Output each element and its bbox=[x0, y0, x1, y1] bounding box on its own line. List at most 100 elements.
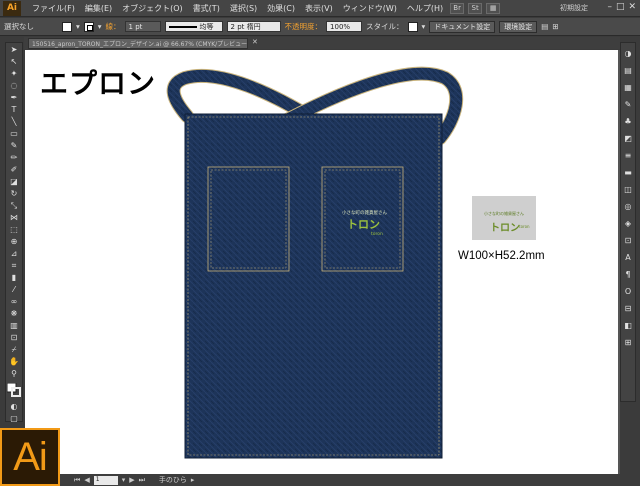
brush-dropdown[interactable]: 2 pt 楕円 bbox=[226, 21, 281, 32]
opentype-panel-icon[interactable]: O bbox=[621, 284, 635, 298]
character-panel-icon[interactable]: A bbox=[621, 250, 635, 264]
style-swatch[interactable] bbox=[407, 21, 418, 32]
menu-type[interactable]: 書式(T) bbox=[188, 3, 225, 14]
menu-edit[interactable]: 編集(E) bbox=[80, 3, 117, 14]
menu-help[interactable]: ヘルプ(H) bbox=[402, 3, 448, 14]
pen-tool-icon[interactable]: ✒ bbox=[6, 92, 22, 103]
zoom-tool-icon[interactable]: ⚲ bbox=[6, 368, 22, 379]
stock-icon[interactable]: St bbox=[468, 2, 483, 14]
shape-builder-tool-icon[interactable]: ⊕ bbox=[6, 236, 22, 247]
previous-page-icon[interactable]: ◀ bbox=[84, 476, 89, 484]
document-setup-button[interactable]: ドキュメント設定 bbox=[429, 20, 496, 33]
menu-window[interactable]: ウィンドウ(W) bbox=[338, 3, 402, 14]
pencil-tool-icon[interactable]: ✏ bbox=[6, 152, 22, 163]
blend-tool-icon[interactable]: ∞ bbox=[6, 296, 22, 307]
stroke-label[interactable]: 線： bbox=[106, 21, 121, 32]
menu-object[interactable]: オブジェクト(O) bbox=[117, 3, 188, 14]
swatches-panel-icon[interactable]: ▦ bbox=[621, 80, 635, 94]
transparency-panel-icon[interactable]: ◫ bbox=[621, 182, 635, 196]
arrange-documents-icon[interactable]: ▦ bbox=[486, 2, 501, 14]
align-panel-icon[interactable]: ⊟ bbox=[621, 301, 635, 315]
sample-logo-main: トロン bbox=[490, 223, 520, 234]
apron-pocket-left bbox=[207, 166, 290, 272]
tools-panel: ➤ ↖ ✦ ◌ ✒ T ╲ ▭ ✎ ✏ ✐ ◪ ↻ ⤡ ⋈ ⬚ ⊕ ⊿ ⌗ ▮ … bbox=[5, 42, 23, 422]
preferences-button[interactable]: 環境設定 bbox=[499, 20, 538, 33]
stroke-panel-icon[interactable]: ≡ bbox=[621, 148, 635, 162]
hand-tool-icon[interactable]: ✋ bbox=[6, 356, 22, 367]
opacity-label[interactable]: 不透明度： bbox=[285, 21, 323, 32]
artboard-tool-icon[interactable]: ⊡ bbox=[6, 332, 22, 343]
artboard-canvas[interactable]: エプロン 小さな町の雑貨屋さん トロン toron 小さな町の雑貨屋さん トロン… bbox=[25, 50, 618, 474]
symbols-panel-icon[interactable]: ♣ bbox=[621, 114, 635, 128]
mesh-tool-icon[interactable]: ⌗ bbox=[6, 260, 22, 271]
menu-effect[interactable]: 効果(C) bbox=[262, 3, 300, 14]
stroke-profile-dropdown[interactable]: 均等 bbox=[164, 21, 223, 32]
fill-stroke-icon[interactable] bbox=[6, 380, 22, 400]
brushes-panel-icon[interactable]: ✎ bbox=[621, 97, 635, 111]
draw-mode-icon[interactable]: ◐ bbox=[6, 401, 22, 412]
gradient-tool-icon[interactable]: ▮ bbox=[6, 272, 22, 283]
chevron-down-icon[interactable]: ▾ bbox=[122, 476, 126, 484]
chevron-down-icon[interactable]: ▾ bbox=[422, 22, 426, 31]
main-menu: ファイル(F) 編集(E) オブジェクト(O) 書式(T) 選択(S) 効果(C… bbox=[27, 3, 448, 14]
screen-mode-icon[interactable]: ▢ bbox=[6, 413, 22, 424]
chevron-down-icon[interactable]: ▾ bbox=[98, 22, 102, 31]
stroke-weight-field[interactable]: 1 pt bbox=[124, 21, 161, 32]
opacity-field[interactable]: 100% bbox=[326, 21, 363, 32]
status-menu-arrow-icon[interactable]: ▸ bbox=[191, 476, 195, 484]
line-tool-icon[interactable]: ╲ bbox=[6, 116, 22, 127]
transform-panel-icon[interactable]: ⊞ bbox=[621, 335, 635, 349]
close-icon[interactable]: ✕ bbox=[628, 2, 636, 12]
current-tool-status: 手のひら bbox=[158, 476, 187, 484]
rotate-tool-icon[interactable]: ↻ bbox=[6, 188, 22, 199]
width-tool-icon[interactable]: ⋈ bbox=[6, 212, 22, 223]
appearance-panel-icon[interactable]: ◎ bbox=[621, 199, 635, 213]
stroke-swatch[interactable] bbox=[83, 21, 94, 32]
artboards-panel-icon[interactable]: ⊡ bbox=[621, 233, 635, 247]
selection-tool-icon[interactable]: ➤ bbox=[6, 44, 22, 55]
eyedropper-tool-icon[interactable]: ⁄ bbox=[6, 284, 22, 295]
perspective-grid-tool-icon[interactable]: ⊿ bbox=[6, 248, 22, 259]
color-panel-icon[interactable]: ◑ bbox=[621, 46, 635, 60]
symbol-sprayer-tool-icon[interactable]: ❋ bbox=[6, 308, 22, 319]
document-tab[interactable]: 150516_apron_TORON_エプロン_デザイン.ai @ 66.67%… bbox=[28, 38, 248, 49]
magic-wand-tool-icon[interactable]: ✦ bbox=[6, 68, 22, 79]
blob-brush-tool-icon[interactable]: ✐ bbox=[6, 164, 22, 175]
bridge-icon[interactable]: Br bbox=[450, 2, 465, 14]
menu-view[interactable]: 表示(V) bbox=[300, 3, 338, 14]
maximize-icon[interactable]: □ bbox=[616, 2, 625, 12]
last-page-icon[interactable]: ⏭ bbox=[139, 476, 145, 485]
apron-illustration[interactable]: 小さな町の雑貨屋さん トロン toron bbox=[25, 50, 618, 474]
pathfinder-panel-icon[interactable]: ◧ bbox=[621, 318, 635, 332]
color-guide-icon[interactable]: ▤ bbox=[621, 63, 635, 77]
layers-panel-icon[interactable]: ◈ bbox=[621, 216, 635, 230]
graphic-styles-icon[interactable]: ◩ bbox=[621, 131, 635, 145]
type-tool-icon[interactable]: T bbox=[6, 104, 22, 115]
paintbrush-tool-icon[interactable]: ✎ bbox=[6, 140, 22, 151]
status-bar: ⏮ ◀ 1 ▾ ▶ ⏭ 手のひら ▸ bbox=[24, 474, 620, 486]
next-page-icon[interactable]: ▶ bbox=[129, 476, 134, 484]
chevron-down-icon[interactable]: ▾ bbox=[76, 22, 80, 31]
eraser-tool-icon[interactable]: ◪ bbox=[6, 176, 22, 187]
lasso-tool-icon[interactable]: ◌ bbox=[6, 80, 22, 91]
minimize-icon[interactable]: – bbox=[607, 2, 612, 12]
align-icon[interactable]: ▤ bbox=[541, 22, 548, 31]
free-transform-tool-icon[interactable]: ⬚ bbox=[6, 224, 22, 235]
page-number-field[interactable]: 1 bbox=[93, 475, 118, 485]
gradient-panel-icon[interactable]: ▬ bbox=[621, 165, 635, 179]
fill-swatch[interactable] bbox=[62, 21, 72, 32]
logo-sample-box[interactable]: 小さな町の雑貨屋さん トロン toron bbox=[472, 196, 536, 240]
first-page-icon[interactable]: ⏮ bbox=[74, 476, 80, 485]
rectangle-tool-icon[interactable]: ▭ bbox=[6, 128, 22, 139]
close-icon[interactable]: ✕ bbox=[252, 38, 258, 46]
paragraph-panel-icon[interactable]: ¶ bbox=[621, 267, 635, 281]
fill-stroke-swatches bbox=[7, 383, 21, 397]
workspace-switcher[interactable]: 初期設定 bbox=[560, 3, 588, 13]
direct-selection-tool-icon[interactable]: ↖ bbox=[6, 56, 22, 67]
slice-tool-icon[interactable]: ⌿ bbox=[6, 344, 22, 355]
transform-icon[interactable]: ⊞ bbox=[552, 22, 558, 31]
scale-tool-icon[interactable]: ⤡ bbox=[6, 200, 22, 211]
menu-file[interactable]: ファイル(F) bbox=[27, 3, 80, 14]
menu-select[interactable]: 選択(S) bbox=[225, 3, 262, 14]
column-graph-tool-icon[interactable]: ▥ bbox=[6, 320, 22, 331]
